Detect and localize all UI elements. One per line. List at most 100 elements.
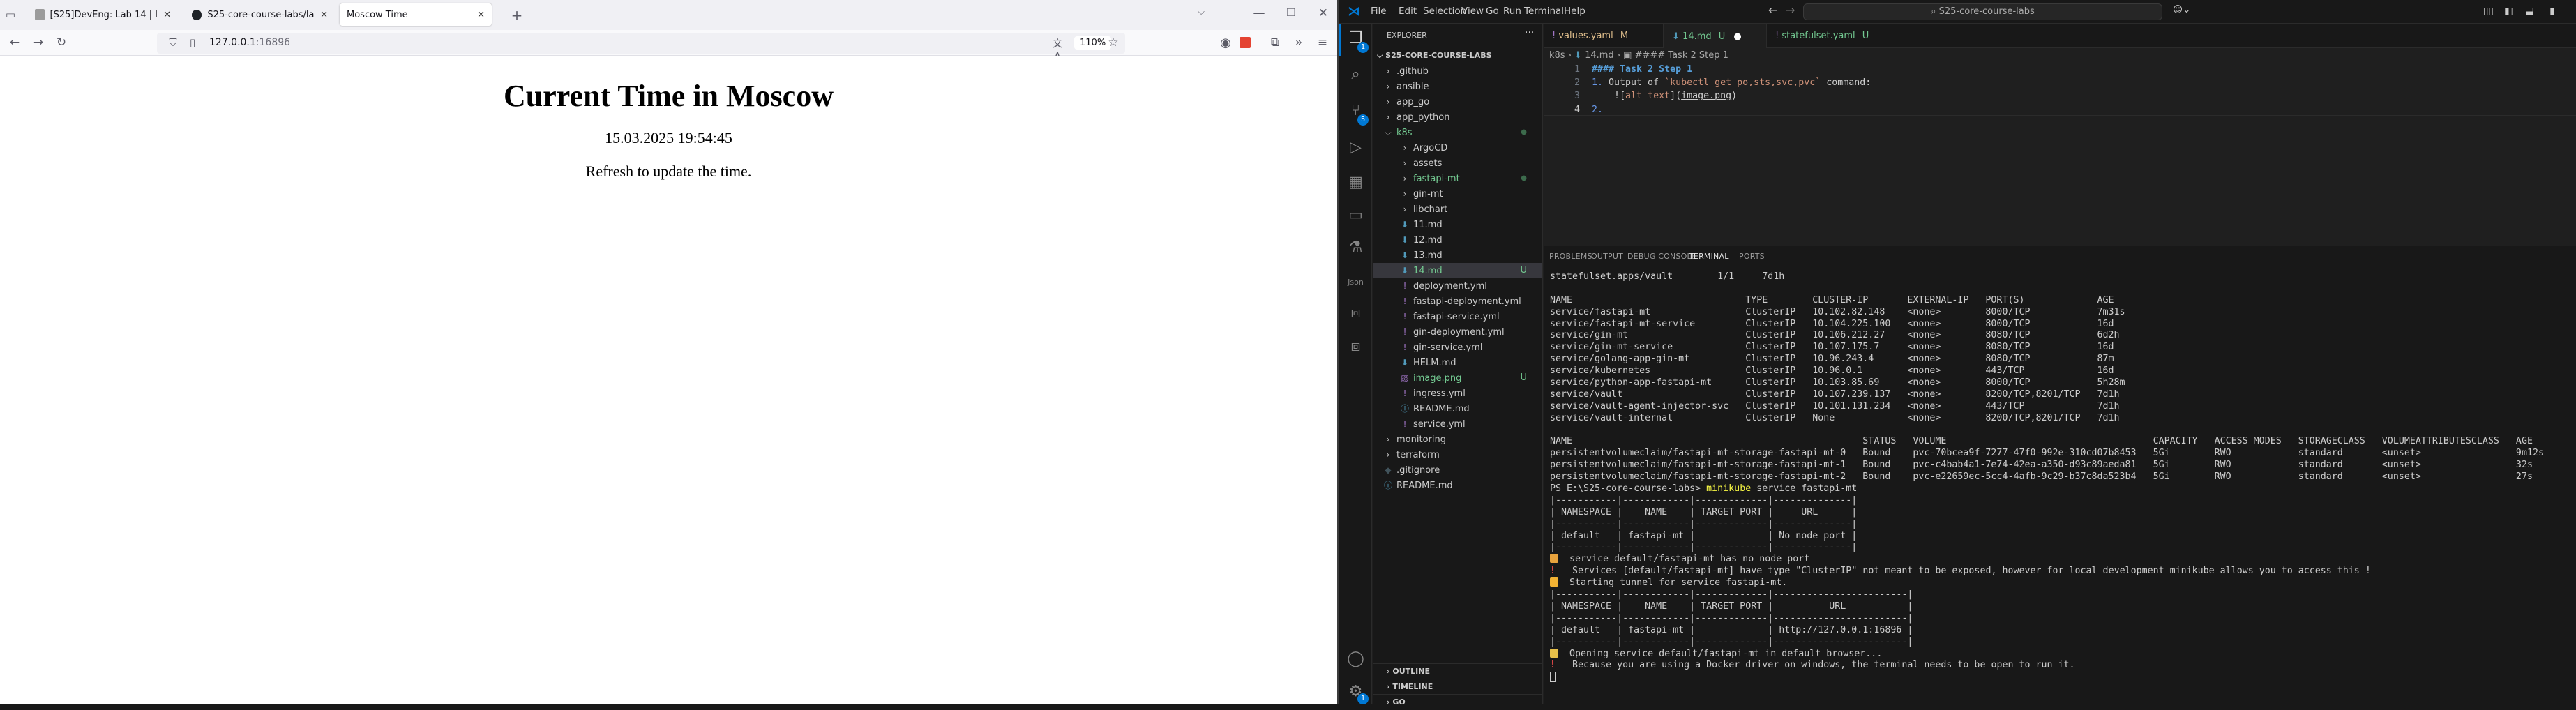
- go-section[interactable]: › GO: [1373, 694, 1542, 709]
- tree-item[interactable]: › monitoring: [1373, 432, 1542, 447]
- command-center-search[interactable]: ⌕ S25-core-course-labs: [1803, 3, 2162, 20]
- tree-item[interactable]: ! ingress.yml: [1373, 386, 1542, 401]
- url-text[interactable]: 127.0.0.1:16896: [209, 37, 290, 48]
- unsaved-dot-icon[interactable]: ●: [1731, 31, 1741, 42]
- tree-item[interactable]: ! service.yml: [1373, 416, 1542, 432]
- tree-item[interactable]: ◆ .gitignore: [1373, 462, 1542, 478]
- tree-item[interactable]: › assets: [1373, 156, 1542, 171]
- tree-item[interactable]: ⓘ README.md: [1373, 478, 1542, 493]
- bookmark-star-icon[interactable]: ☆: [1106, 36, 1121, 50]
- copilot-icon[interactable]: ☺⌄: [2173, 4, 2190, 15]
- editor-tab-14.md[interactable]: ⬇ 14.md U ●: [1664, 24, 1767, 48]
- overflow-menu-icon[interactable]: »: [1291, 36, 1306, 50]
- account-icon[interactable]: ◉: [1218, 36, 1233, 50]
- editor-tab-values.yaml[interactable]: ! values.yaml M: [1544, 24, 1664, 48]
- shield-icon[interactable]: ⛉: [165, 36, 181, 49]
- toggle-sidebar-icon[interactable]: ◧: [2504, 6, 2513, 17]
- code-line[interactable]: 1 #### Task 2 Step 1: [1544, 63, 2576, 76]
- run-debug-icon[interactable]: ▷: [1339, 139, 1372, 156]
- tree-item[interactable]: › terraform: [1373, 447, 1542, 462]
- tree-item[interactable]: › .github: [1373, 63, 1542, 79]
- editor-tab-statefulset.yaml[interactable]: ! statefulset.yaml U: [1767, 24, 1920, 48]
- list-all-tabs-icon[interactable]: ⌵: [1193, 7, 1209, 17]
- restore-icon[interactable]: ❐: [1283, 6, 1299, 19]
- menu-help[interactable]: Help: [1564, 6, 1585, 17]
- panel-tab-output[interactable]: OUTPUT: [1591, 252, 1623, 261]
- close-tab-icon[interactable]: ✕: [477, 10, 485, 20]
- code-line[interactable]: 4 2.: [1544, 103, 2576, 116]
- extensions-icon[interactable]: ⧉: [1267, 36, 1283, 50]
- tree-item[interactable]: › app_python: [1373, 109, 1542, 125]
- browser-tab-moscow-time[interactable]: Moscow Time ✕: [340, 3, 492, 26]
- code-editor[interactable]: 1 #### Task 2 Step 1 2 1. Output of `kubect…: [1544, 63, 2576, 116]
- tree-item[interactable]: ⬇ 12.md: [1373, 232, 1542, 248]
- menu-file[interactable]: File: [1371, 6, 1387, 17]
- browser-tab-github[interactable]: S25-core-course-labs/lab14.md ✕: [185, 3, 335, 26]
- toggle-panel-icon[interactable]: ⬓: [2525, 6, 2534, 17]
- menu-view[interactable]: View: [1461, 6, 1484, 17]
- tree-item[interactable]: › ansible: [1373, 79, 1542, 94]
- breadcrumb-folder[interactable]: k8s: [1549, 50, 1565, 61]
- back-icon[interactable]: ←: [7, 36, 22, 50]
- tree-item[interactable]: ⬇ 14.md U: [1373, 263, 1542, 278]
- terraform-icon[interactable]: ⧈: [1339, 304, 1372, 322]
- tree-item[interactable]: ! deployment.yml: [1373, 278, 1542, 294]
- tree-item[interactable]: › ArgoCD: [1373, 140, 1542, 156]
- testing-icon[interactable]: ⚗: [1339, 239, 1372, 256]
- menu-terminal[interactable]: Terminal: [1524, 6, 1564, 17]
- tree-item[interactable]: › gin-mt: [1373, 186, 1542, 202]
- search-icon[interactable]: ⌕: [1339, 66, 1372, 83]
- menu-selection[interactable]: Selection: [1423, 6, 1466, 17]
- tree-item[interactable]: › fastapi-mt ●: [1373, 171, 1542, 186]
- panel-tab-problems[interactable]: PROBLEMS: [1549, 252, 1592, 261]
- nav-forward-icon[interactable]: →: [1786, 3, 1795, 17]
- panel-tab-ports[interactable]: PORTS: [1739, 252, 1765, 261]
- page-icon[interactable]: ▯: [185, 36, 200, 49]
- terminal-output[interactable]: statefulset.apps/vault 1/1 7d1h NAME TYPE…: [1550, 271, 2544, 683]
- customize-layout-icon[interactable]: ▯▯: [2483, 6, 2494, 17]
- toggle-secondary-sidebar-icon[interactable]: ◨: [2546, 6, 2555, 17]
- remote-explorer-icon[interactable]: ▭: [1339, 206, 1372, 224]
- tree-item[interactable]: ⬇ 13.md: [1373, 248, 1542, 263]
- workspace-root[interactable]: ⌵ S25-CORE-COURSE-LABS: [1373, 48, 1542, 63]
- tree-item[interactable]: ! gin-deployment.yml: [1373, 324, 1542, 340]
- reload-icon[interactable]: ↻: [54, 36, 69, 50]
- tree-item[interactable]: ! fastapi-service.yml: [1373, 309, 1542, 324]
- nav-back-icon[interactable]: ←: [1768, 3, 1777, 17]
- outline-section[interactable]: › OUTLINE: [1373, 663, 1542, 679]
- menu-edit[interactable]: Edit: [1399, 6, 1417, 17]
- tree-item[interactable]: ⬇ 11.md: [1373, 217, 1542, 232]
- tree-item[interactable]: ⬇ HELM.md: [1373, 355, 1542, 370]
- close-window-icon[interactable]: ✕: [1316, 6, 1331, 20]
- tree-item[interactable]: ▨ image.png U: [1373, 370, 1542, 386]
- breadcrumb-symbol[interactable]: #### Task 2 Step 1: [1635, 50, 1728, 61]
- json-icon[interactable]: Json: [1339, 278, 1372, 287]
- panel-tab-debug-console[interactable]: DEBUG CONSOLE: [1627, 252, 1696, 261]
- tree-item[interactable]: ! fastapi-deployment.yml: [1373, 294, 1542, 309]
- browser-tab-moodle[interactable]: [S25]DevEng: Lab 14 | IU Moodle ✕: [28, 3, 178, 26]
- breadcrumb-file[interactable]: 14.md: [1585, 50, 1614, 61]
- tree-item[interactable]: ⌵ k8s ●: [1373, 125, 1542, 140]
- account-icon[interactable]: ◯: [1339, 650, 1372, 667]
- close-tab-icon[interactable]: ✕: [320, 10, 328, 20]
- close-tab-icon[interactable]: ✕: [163, 10, 171, 20]
- menu-go[interactable]: Go: [1486, 6, 1499, 17]
- tree-item[interactable]: › app_go: [1373, 94, 1542, 109]
- panel-tab-terminal[interactable]: TERMINAL: [1689, 252, 1729, 264]
- menu-run[interactable]: Run: [1503, 6, 1521, 17]
- address-bar[interactable]: ⛉ ▯ 127.0.0.1:16896 文A 110% ☆: [157, 33, 1125, 63]
- terraform-cloud-icon[interactable]: ⧈: [1339, 338, 1372, 355]
- extensions-icon[interactable]: ▦: [1339, 174, 1372, 191]
- new-tab-icon[interactable]: +: [509, 7, 525, 24]
- code-line[interactable]: 2 1. Output of `kubectl get po,sts,svc,pv…: [1544, 76, 2576, 89]
- todoist-extension-icon[interactable]: [1240, 37, 1251, 48]
- code-line[interactable]: 3 ![alt text](image.png): [1544, 89, 2576, 103]
- timeline-section[interactable]: › TIMELINE: [1373, 679, 1542, 694]
- minimize-icon[interactable]: —: [1251, 6, 1267, 20]
- forward-icon[interactable]: →: [31, 36, 46, 50]
- more-actions-icon[interactable]: ···: [1525, 27, 1534, 38]
- tree-item[interactable]: › libchart: [1373, 202, 1542, 217]
- tree-item[interactable]: ⓘ README.md: [1373, 401, 1542, 416]
- terminal-cursor[interactable]: [1550, 672, 1556, 683]
- app-menu-icon[interactable]: ≡: [1315, 36, 1330, 50]
